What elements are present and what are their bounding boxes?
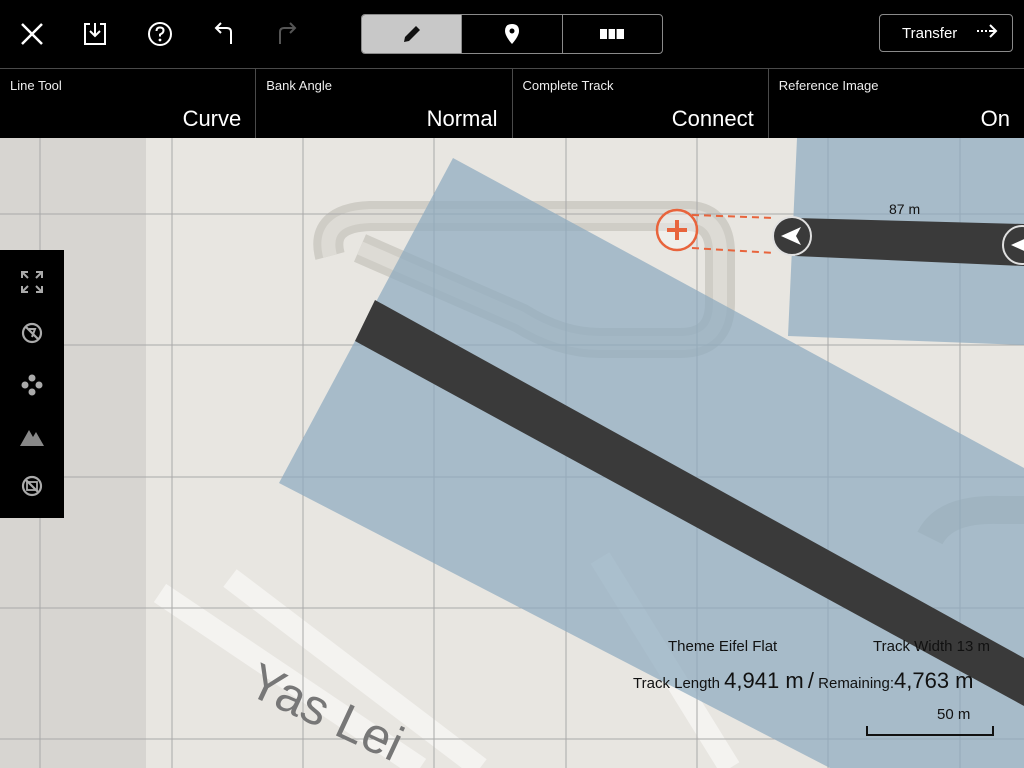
save-download-icon[interactable] <box>75 14 115 54</box>
split-view-icon[interactable] <box>563 15 662 53</box>
theme-label: Theme <box>668 638 715 655</box>
mode-selector <box>361 14 663 54</box>
pencil-icon[interactable] <box>362 15 463 53</box>
track-length-info: Track Length 4,941 m / Remaining:4,763 m <box>633 668 974 694</box>
segment-length-label: 87 m <box>889 201 920 217</box>
setting-reference-image[interactable]: Reference Image On <box>767 68 1024 138</box>
setting-value: Connect <box>671 106 754 131</box>
setting-complete-track[interactable]: Complete Track Connect <box>511 68 768 138</box>
location-pin-icon[interactable] <box>462 15 563 53</box>
setting-label: Bank Angle <box>266 78 333 93</box>
transfer-label: Transfer <box>902 24 958 42</box>
setting-label: Line Tool <box>10 78 62 93</box>
theme-info: Theme Eifel Flat <box>668 638 777 655</box>
expand-icon[interactable] <box>12 262 52 302</box>
dpad-icon[interactable] <box>12 365 52 405</box>
track-width-value: 13 m <box>956 638 990 655</box>
tool-sidebar <box>0 250 64 518</box>
setting-value: Curve <box>182 106 242 131</box>
remaining-label: Remaining: <box>818 675 895 692</box>
add-point-icon[interactable] <box>655 208 699 252</box>
track-width-label: Track Width <box>873 638 953 655</box>
redo-icon[interactable] <box>267 14 307 54</box>
help-icon[interactable] <box>140 14 180 54</box>
setting-bank-angle[interactable]: Bank Angle Normal <box>255 68 512 138</box>
scale-label: 50 m <box>937 706 971 723</box>
track-control-point[interactable] <box>772 216 812 256</box>
track-editor-canvas[interactable]: Yas Lei 87 m Theme Eifel Flat Track Widt… <box>0 138 1024 768</box>
settings-bar: Line Tool Curve Bank Angle Normal Comple… <box>0 68 1024 138</box>
no-image-icon[interactable] <box>12 466 52 506</box>
remaining-value: 4,763 m <box>894 668 974 693</box>
no-symbol-icon[interactable] <box>12 313 52 353</box>
stats-separator: / <box>807 668 814 693</box>
track-length-label: Track Length <box>633 675 720 692</box>
track-length-value: 4,941 m <box>724 668 804 693</box>
setting-value: On <box>980 106 1010 131</box>
undo-icon[interactable] <box>204 14 244 54</box>
setting-label: Reference Image <box>778 78 879 93</box>
track-width-info: Track Width 13 m <box>873 638 990 655</box>
theme-value: Eifel Flat <box>718 638 778 655</box>
setting-line-tool[interactable]: Line Tool Curve <box>0 68 256 138</box>
arrow-right-icon <box>975 23 999 43</box>
setting-value: Normal <box>426 106 498 131</box>
setting-label: Complete Track <box>522 78 614 93</box>
close-icon[interactable] <box>12 14 52 54</box>
transfer-button[interactable]: Transfer <box>879 14 1013 52</box>
top-toolbar: Transfer <box>0 0 1024 68</box>
mountain-icon[interactable] <box>12 416 52 456</box>
